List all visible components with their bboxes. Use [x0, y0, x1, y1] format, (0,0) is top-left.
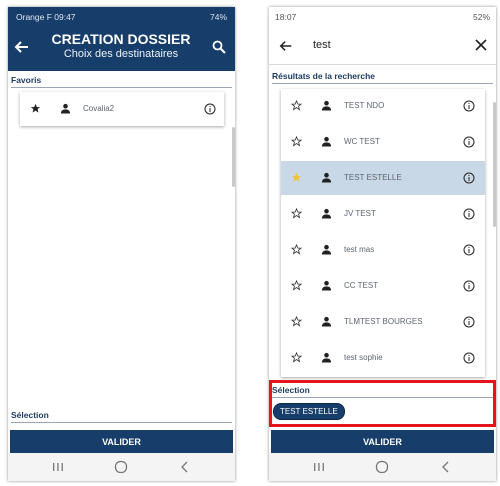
- phone-screen-right: 18:07 52% test Résultats de la recherche…: [269, 7, 496, 481]
- results-divider: [272, 83, 493, 84]
- list-item[interactable]: TLMTEST BOURGES: [281, 305, 485, 339]
- list-item[interactable]: test sophie: [281, 341, 485, 375]
- page-title: CREATION DOSSIER: [51, 31, 191, 47]
- recent-apps-icon[interactable]: [311, 459, 327, 475]
- app-header: Orange F 09:47 74% CREATION DOSSIER Choi…: [8, 7, 235, 71]
- star-outline-icon[interactable]: [291, 244, 302, 255]
- list-item-label: CC TEST: [344, 281, 379, 290]
- info-icon[interactable]: [463, 172, 475, 184]
- home-icon[interactable]: [374, 459, 390, 475]
- star-outline-icon[interactable]: [291, 352, 302, 363]
- person-icon: [321, 280, 332, 291]
- search-icon[interactable]: [212, 40, 226, 54]
- list-item-label: TEST NDO: [344, 101, 385, 110]
- person-icon: [321, 136, 332, 147]
- person-icon: [321, 100, 332, 111]
- list-item-label: test sophie: [344, 353, 383, 362]
- back-arrow-icon[interactable]: [14, 39, 30, 55]
- info-icon[interactable]: [463, 316, 475, 328]
- star-filled-icon[interactable]: [291, 172, 302, 183]
- info-icon[interactable]: [463, 280, 475, 292]
- status-bar: Orange F 09:47 74%: [8, 7, 235, 27]
- list-item[interactable]: WC TEST: [281, 125, 485, 159]
- back-arrow-icon[interactable]: [279, 39, 293, 53]
- status-battery: 52%: [472, 12, 490, 22]
- list-item-label: test mas: [344, 245, 375, 254]
- list-item-label: TEST ESTELLE: [344, 173, 402, 182]
- list-item-label: WC TEST: [344, 137, 380, 146]
- search-bar: test: [269, 27, 496, 65]
- back-icon[interactable]: [177, 459, 193, 475]
- status-battery: 74%: [209, 12, 227, 22]
- info-icon[interactable]: [463, 244, 475, 256]
- results-list: TEST NDO WC TEST TEST ESTELLE JV TEST te…: [281, 89, 485, 377]
- scrollbar[interactable]: [232, 127, 235, 187]
- status-bar: 18:07 52%: [269, 7, 496, 27]
- person-icon: [321, 316, 332, 327]
- info-icon[interactable]: [463, 100, 475, 112]
- status-carrier-time: Orange F 09:47: [16, 12, 76, 22]
- validate-button[interactable]: VALIDER: [10, 430, 233, 454]
- list-item-label: TLMTEST BOURGES: [344, 317, 423, 326]
- close-icon[interactable]: [475, 39, 487, 51]
- phone-screen-left: Orange F 09:47 74% CREATION DOSSIER Choi…: [8, 7, 235, 481]
- selection-divider: [11, 422, 232, 423]
- validate-button[interactable]: VALIDER: [271, 430, 494, 454]
- list-item-label: Covalia2: [83, 104, 115, 113]
- person-icon: [321, 208, 332, 219]
- person-icon: [321, 172, 332, 183]
- page-subtitle: Choix des destinataires: [63, 48, 179, 60]
- star-outline-icon[interactable]: [291, 136, 302, 147]
- favorites-divider: [11, 87, 232, 88]
- status-time: 18:07: [275, 12, 297, 22]
- android-nav-bar: [8, 453, 235, 481]
- selection-heading: Sélection: [11, 410, 49, 420]
- person-icon: [321, 352, 332, 363]
- list-item[interactable]: CC TEST: [281, 269, 485, 303]
- android-nav-bar: [269, 453, 496, 481]
- info-icon[interactable]: [463, 208, 475, 220]
- star-outline-icon[interactable]: [291, 280, 302, 291]
- list-item[interactable]: TEST NDO: [281, 89, 485, 123]
- person-icon: [321, 244, 332, 255]
- favorites-card: Covalia2: [20, 92, 224, 126]
- list-item-label: JV TEST: [344, 209, 376, 218]
- person-icon: [60, 103, 71, 114]
- info-icon[interactable]: [463, 352, 475, 364]
- star-outline-icon[interactable]: [291, 100, 302, 111]
- info-icon[interactable]: [463, 136, 475, 148]
- list-item-selected[interactable]: TEST ESTELLE: [281, 161, 485, 195]
- back-icon[interactable]: [438, 459, 454, 475]
- scrollbar[interactable]: [493, 102, 496, 227]
- list-item[interactable]: test mas: [281, 233, 485, 267]
- star-filled-icon[interactable]: [30, 103, 41, 114]
- home-icon[interactable]: [113, 459, 129, 475]
- list-item[interactable]: Covalia2: [20, 92, 224, 126]
- info-icon[interactable]: [204, 103, 216, 115]
- star-outline-icon[interactable]: [291, 208, 302, 219]
- search-input[interactable]: test: [313, 39, 331, 51]
- list-item[interactable]: JV TEST: [281, 197, 485, 231]
- results-heading: Résultats de la recherche: [272, 71, 375, 81]
- favorites-heading: Favoris: [11, 75, 42, 85]
- selection-highlight-box: [269, 380, 496, 427]
- star-outline-icon[interactable]: [291, 316, 302, 327]
- recent-apps-icon[interactable]: [50, 459, 66, 475]
